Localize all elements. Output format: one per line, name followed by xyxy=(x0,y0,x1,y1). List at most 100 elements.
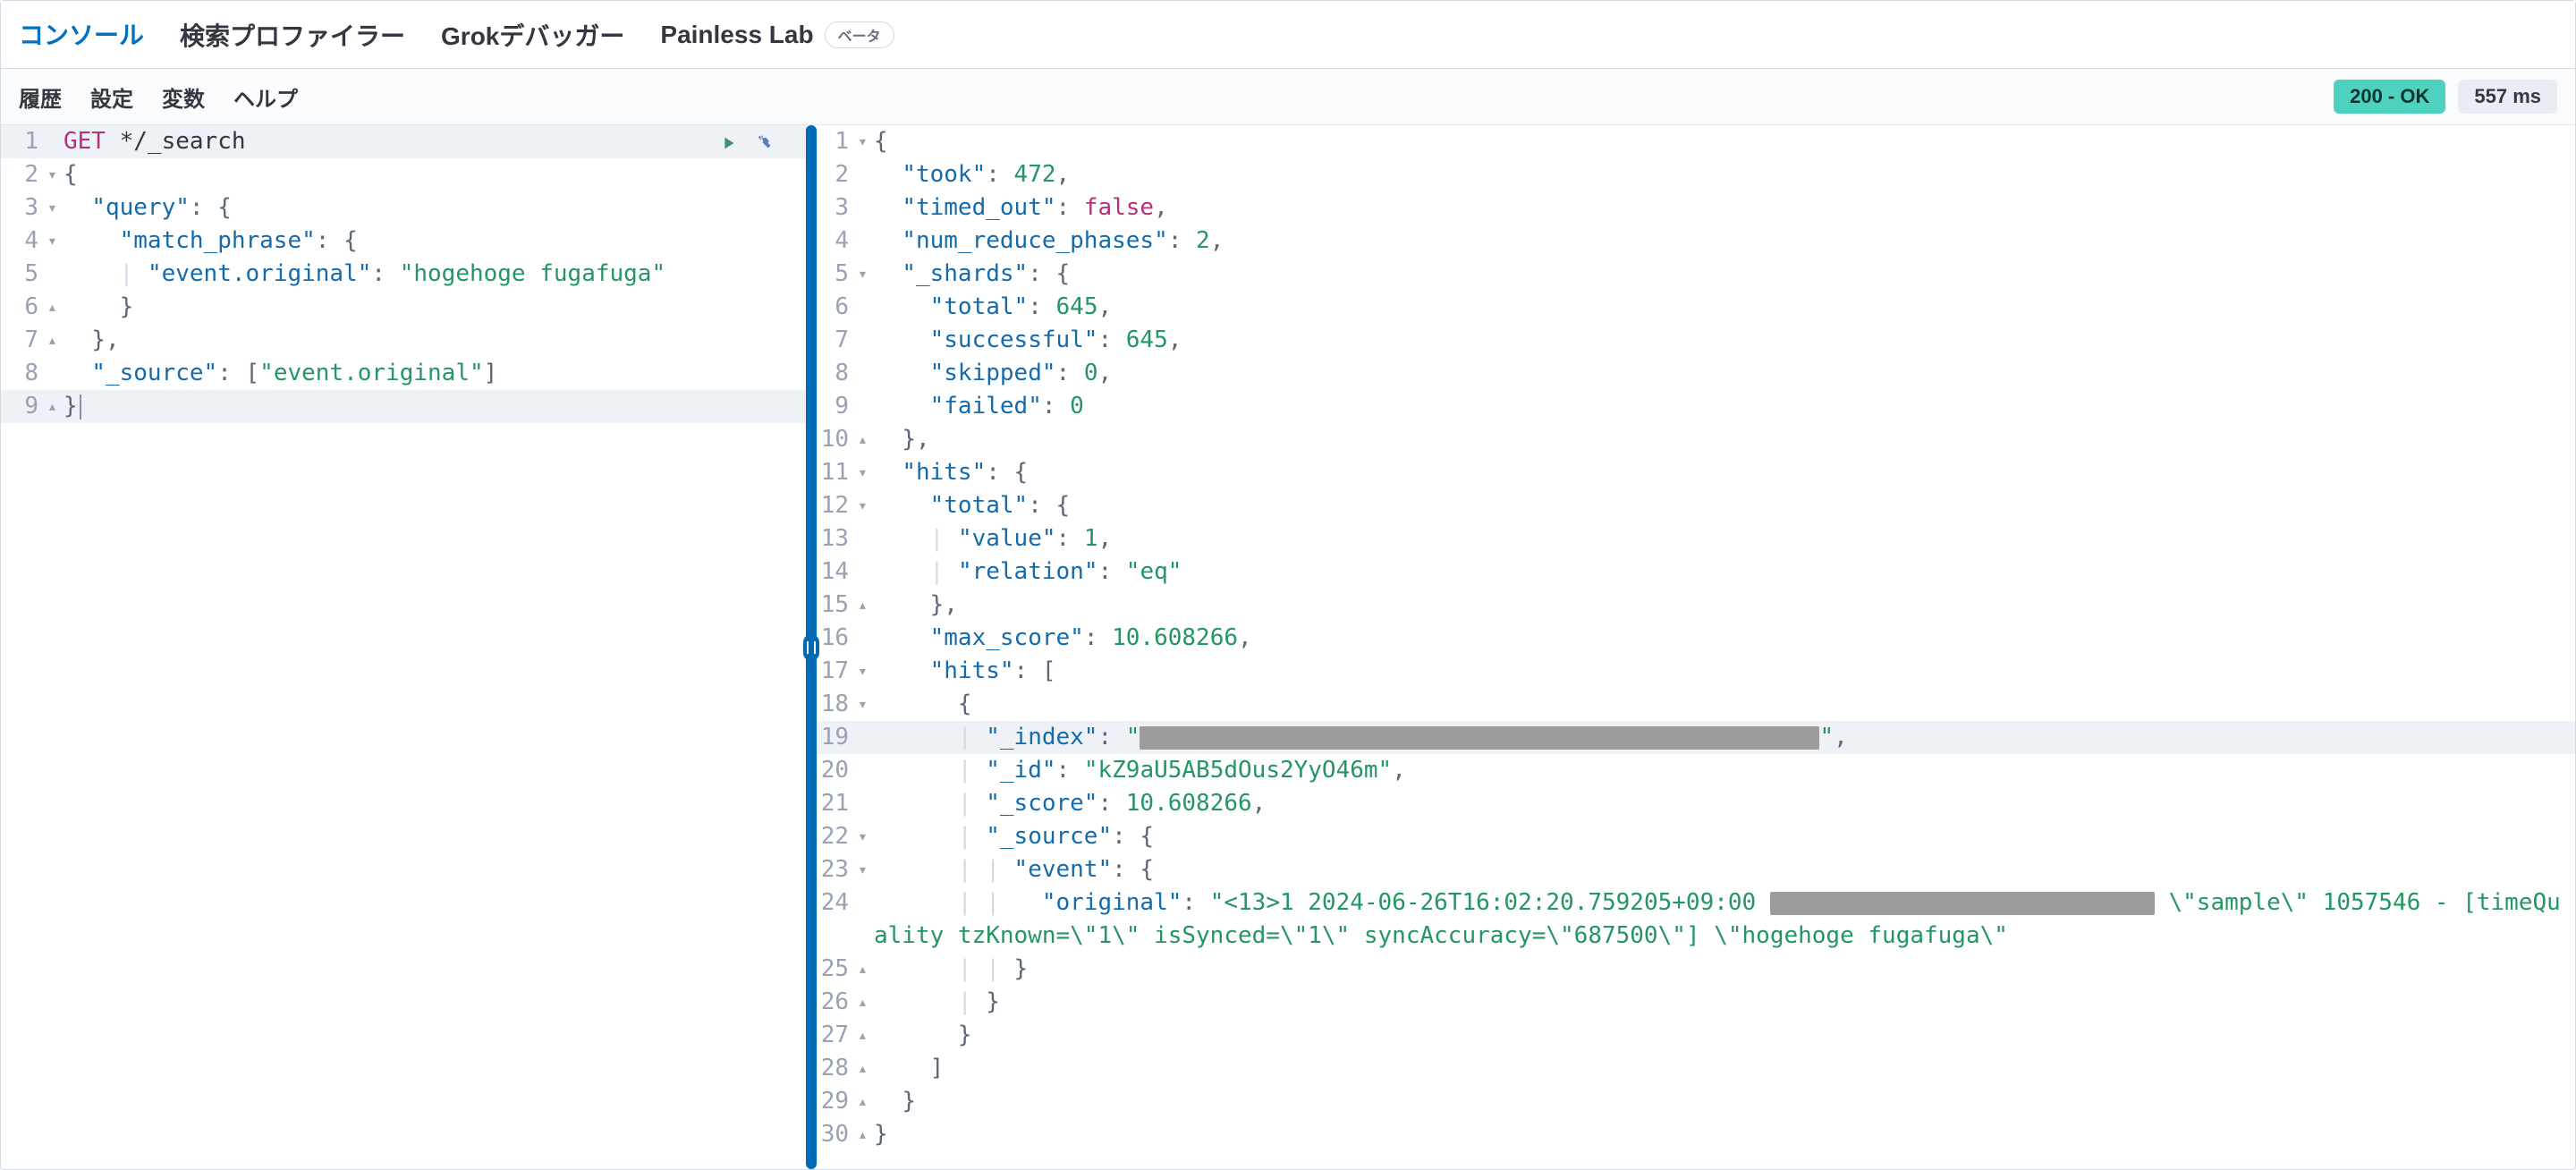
line-number: 4 xyxy=(1,225,47,258)
fold-toggle-icon[interactable]: ▾ xyxy=(858,688,874,721)
code-line[interactable]: 3 "timed_out": false, xyxy=(811,191,2575,225)
code-line[interactable]: 9▴} xyxy=(1,390,810,423)
code-content: { xyxy=(64,158,810,191)
fold-toggle-icon[interactable]: ▾ xyxy=(858,820,874,853)
code-line[interactable]: 18▾ { xyxy=(811,688,2575,721)
tab-console[interactable]: コンソール xyxy=(19,0,144,73)
code-line[interactable]: 27▴ } xyxy=(811,1019,2575,1052)
code-content: } xyxy=(874,1085,2575,1118)
console-subnav: 履歴 設定 変数 ヘルプ 200 - OK 557 ms xyxy=(1,69,2575,125)
subnav-help[interactable]: ヘルプ xyxy=(233,81,298,113)
fold-toggle-icon[interactable]: ▴ xyxy=(858,953,874,986)
code-line[interactable]: 30▴} xyxy=(811,1118,2575,1151)
code-content: "took": 472, xyxy=(874,158,2575,191)
response-viewer[interactable]: 1▾{2 "took": 472,3 "timed_out": false,4 … xyxy=(811,125,2575,1169)
code-content: "hits": { xyxy=(874,456,2575,489)
code-content: } xyxy=(64,390,810,423)
request-editor[interactable]: 1GET */_search2▾{3▾ "query": {4▾ "match_… xyxy=(1,125,811,1169)
code-line[interactable]: 5▾ "_shards": { xyxy=(811,258,2575,291)
code-line[interactable]: 8 "_source": ["event.original"] xyxy=(1,357,810,390)
fold-toggle-icon[interactable]: ▾ xyxy=(858,456,874,489)
code-line[interactable]: 26▴ | } xyxy=(811,986,2575,1019)
code-line[interactable]: 2 "took": 472, xyxy=(811,158,2575,191)
code-line[interactable]: 17▾ "hits": [ xyxy=(811,655,2575,688)
play-icon[interactable] xyxy=(716,131,741,156)
code-content: "_source": ["event.original"] xyxy=(64,357,810,390)
subnav-history[interactable]: 履歴 xyxy=(19,81,62,113)
code-line[interactable]: 4 "num_reduce_phases": 2, xyxy=(811,225,2575,258)
code-content: "timed_out": false, xyxy=(874,191,2575,225)
code-line[interactable]: 11▾ "hits": { xyxy=(811,456,2575,489)
code-line[interactable]: 29▴ } xyxy=(811,1085,2575,1118)
code-line[interactable]: 9 "failed": 0 xyxy=(811,390,2575,423)
code-line[interactable]: 21 | "_score": 10.608266, xyxy=(811,787,2575,820)
line-number: 3 xyxy=(1,191,47,225)
splitter-handle-icon[interactable] xyxy=(803,634,819,661)
code-content: } xyxy=(874,1019,2575,1052)
code-line[interactable]: 2▾{ xyxy=(1,158,810,191)
code-content: "num_reduce_phases": 2, xyxy=(874,225,2575,258)
code-line[interactable]: 28▴ ] xyxy=(811,1052,2575,1085)
fold-toggle-icon[interactable]: ▾ xyxy=(47,158,64,191)
code-content: "query": { xyxy=(64,191,810,225)
fold-toggle-icon[interactable]: ▴ xyxy=(858,1052,874,1085)
code-content: "_shards": { xyxy=(874,258,2575,291)
code-line[interactable]: 1▾{ xyxy=(811,125,2575,158)
code-line[interactable]: 4▾ "match_phrase": { xyxy=(1,225,810,258)
code-line[interactable]: 6▴ } xyxy=(1,291,810,324)
code-line[interactable]: 25▴ | | } xyxy=(811,953,2575,986)
fold-toggle-icon[interactable]: ▴ xyxy=(858,589,874,622)
redacted-text xyxy=(1770,892,2155,915)
fold-toggle-icon[interactable]: ▾ xyxy=(858,853,874,886)
fold-toggle-icon[interactable]: ▴ xyxy=(47,324,64,357)
fold-toggle-icon[interactable]: ▾ xyxy=(858,655,874,688)
code-line[interactable]: 20 | "_id": "kZ9aU5AB5dOus2YyO46m", xyxy=(811,754,2575,787)
fold-toggle-icon[interactable]: ▴ xyxy=(858,1118,874,1151)
fold-toggle-icon[interactable]: ▾ xyxy=(858,258,874,291)
fold-toggle-icon[interactable]: ▴ xyxy=(858,423,874,456)
code-content: | "_index": "", xyxy=(874,721,2575,754)
code-line[interactable]: 8 "skipped": 0, xyxy=(811,357,2575,390)
fold-toggle-icon[interactable]: ▴ xyxy=(858,986,874,1019)
dev-tools-tabs: コンソール 検索プロファイラー Grokデバッガー Painless Lab ベ… xyxy=(1,1,2575,69)
fold-toggle-icon[interactable]: ▴ xyxy=(858,1019,874,1052)
code-line[interactable]: 23▾ | | "event": { xyxy=(811,853,2575,886)
tab-grok-debugger[interactable]: Grokデバッガー xyxy=(441,0,624,71)
wrench-icon[interactable] xyxy=(753,131,778,156)
fold-toggle-icon[interactable]: ▾ xyxy=(858,489,874,522)
subnav-variables[interactable]: 変数 xyxy=(162,81,205,113)
code-content: | | "event": { xyxy=(874,853,2575,886)
code-line[interactable]: 16 "max_score": 10.608266, xyxy=(811,622,2575,655)
code-line[interactable]: 7▴ }, xyxy=(1,324,810,357)
tab-painless-lab-label: Painless Lab xyxy=(660,21,813,49)
code-content: "total": 645, xyxy=(874,291,2575,324)
code-line[interactable]: 14 | "relation": "eq" xyxy=(811,555,2575,589)
code-line[interactable]: 10▴ }, xyxy=(811,423,2575,456)
line-number: 8 xyxy=(1,357,47,390)
code-line[interactable]: 6 "total": 645, xyxy=(811,291,2575,324)
code-line[interactable]: 15▴ }, xyxy=(811,589,2575,622)
tab-painless-lab[interactable]: Painless Lab ベータ xyxy=(660,3,894,67)
fold-toggle-icon[interactable]: ▴ xyxy=(47,390,64,423)
code-line[interactable]: 1GET */_search xyxy=(1,125,810,158)
code-content: }, xyxy=(874,589,2575,622)
splitter[interactable] xyxy=(802,125,820,1169)
code-line[interactable]: 13 | "value": 1, xyxy=(811,522,2575,555)
code-line[interactable]: 7 "successful": 645, xyxy=(811,324,2575,357)
fold-toggle-icon[interactable]: ▴ xyxy=(47,291,64,324)
code-line[interactable]: 12▾ "total": { xyxy=(811,489,2575,522)
fold-toggle-icon[interactable]: ▾ xyxy=(858,125,874,158)
tab-search-profiler[interactable]: 検索プロファイラー xyxy=(180,0,405,71)
subnav-settings[interactable]: 設定 xyxy=(90,81,133,113)
line-number: 5 xyxy=(1,258,47,291)
fold-toggle-icon[interactable]: ▾ xyxy=(47,191,64,225)
fold-toggle-icon[interactable]: ▾ xyxy=(47,225,64,258)
fold-toggle-icon[interactable]: ▴ xyxy=(858,1085,874,1118)
code-line[interactable]: 5 | "event.original": "hogehoge fugafuga… xyxy=(1,258,810,291)
code-line[interactable]: 19 | "_index": "", xyxy=(811,721,2575,754)
code-line[interactable]: 3▾ "query": { xyxy=(1,191,810,225)
code-line[interactable]: 22▾ | "_source": { xyxy=(811,820,2575,853)
code-content: "match_phrase": { xyxy=(64,225,810,258)
code-content: "max_score": 10.608266, xyxy=(874,622,2575,655)
code-line[interactable]: 24 | | "original": "<13>1 2024-06-26T16:… xyxy=(811,886,2575,953)
